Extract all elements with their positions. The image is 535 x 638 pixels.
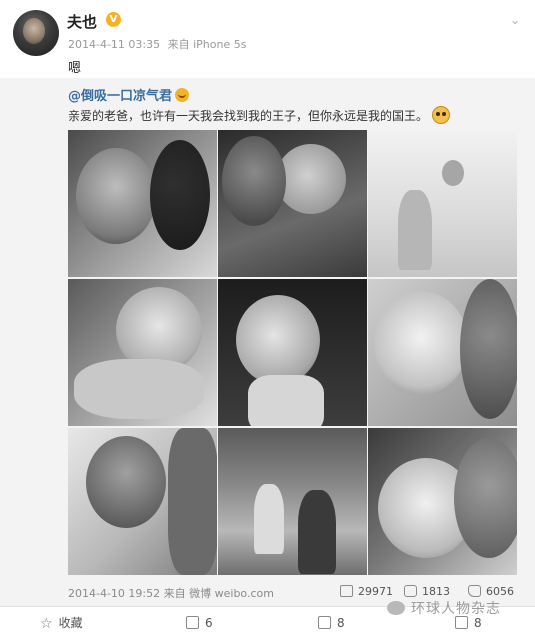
photo-thumbnail[interactable] bbox=[218, 428, 367, 575]
emoji-icon bbox=[175, 88, 190, 102]
original-user-name[interactable]: @倒吸一口凉气君 bbox=[68, 89, 172, 104]
post-meta: 2014-4-11 03:35 来自 iPhone 5s bbox=[68, 36, 250, 52]
repost-count: 6 bbox=[205, 616, 213, 630]
photo-thumbnail[interactable] bbox=[368, 279, 517, 426]
repost-icon bbox=[340, 585, 353, 597]
photo-thumbnail[interactable] bbox=[68, 130, 217, 277]
emoji-face-icon bbox=[432, 106, 451, 124]
stat-comment-count: 1813 bbox=[422, 585, 450, 598]
repost-card[interactable]: @倒吸一口凉气君 亲爱的老爸，也许有一天我会找到我的王子，但你永远是我的国王。 … bbox=[0, 78, 535, 606]
comment-button[interactable]: 8 bbox=[318, 614, 345, 632]
photo-thumbnail[interactable] bbox=[68, 279, 217, 426]
post-source: 来自 iPhone 5s bbox=[167, 38, 247, 51]
original-text: 亲爱的老爸，也许有一天我会找到我的王子，但你永远是我的国王。 bbox=[68, 106, 451, 124]
watermark-text: 环球人物杂志 bbox=[411, 601, 501, 617]
repost-source: 来自 微博 weibo.com bbox=[163, 587, 274, 600]
original-user[interactable]: @倒吸一口凉气君 bbox=[68, 85, 190, 104]
avatar[interactable] bbox=[13, 10, 59, 56]
like-icon bbox=[468, 585, 481, 597]
comment-icon bbox=[318, 616, 331, 629]
post-text: 嗯 bbox=[68, 61, 82, 76]
photo-thumbnail[interactable] bbox=[218, 130, 367, 277]
repost-time: 2014-4-10 19:52 bbox=[68, 587, 161, 600]
photo-thumbnail[interactable] bbox=[368, 130, 517, 277]
repost-icon bbox=[186, 616, 199, 629]
stat-repost[interactable]: 29971 bbox=[340, 583, 393, 601]
photo-thumbnail[interactable] bbox=[218, 279, 367, 426]
like-count: 8 bbox=[474, 616, 482, 630]
favorite-label: 收藏 bbox=[58, 616, 83, 630]
post-timestamp: 2014-4-11 03:35 bbox=[68, 38, 161, 51]
stat-like-count: 6056 bbox=[486, 585, 514, 598]
post-header: 夫也 V ⌄ 2014-4-11 03:35 来自 iPhone 5s 嗯 bbox=[0, 0, 535, 78]
verified-badge-icon: V bbox=[106, 12, 121, 27]
repost-timestamp: 2014-4-10 19:52 来自 微博 weibo.com bbox=[68, 585, 274, 601]
photo-thumbnail[interactable] bbox=[368, 428, 517, 575]
wechat-icon bbox=[387, 601, 405, 615]
favorite-button[interactable]: ☆ 收藏 bbox=[40, 614, 83, 632]
chevron-down-icon[interactable]: ⌄ bbox=[505, 10, 525, 30]
photo-thumbnail[interactable] bbox=[68, 428, 217, 575]
comment-count: 8 bbox=[337, 616, 345, 630]
original-text-content: 亲爱的老爸，也许有一天我会找到我的王子，但你永远是我的国王。 bbox=[68, 109, 429, 123]
repost-button[interactable]: 6 bbox=[186, 614, 213, 632]
watermark: 环球人物杂志 bbox=[387, 598, 501, 618]
comment-icon bbox=[404, 585, 417, 597]
username[interactable]: 夫也 bbox=[67, 11, 97, 32]
stat-repost-count: 29971 bbox=[358, 585, 393, 598]
star-icon: ☆ bbox=[40, 616, 53, 632]
photo-grid bbox=[68, 130, 519, 576]
